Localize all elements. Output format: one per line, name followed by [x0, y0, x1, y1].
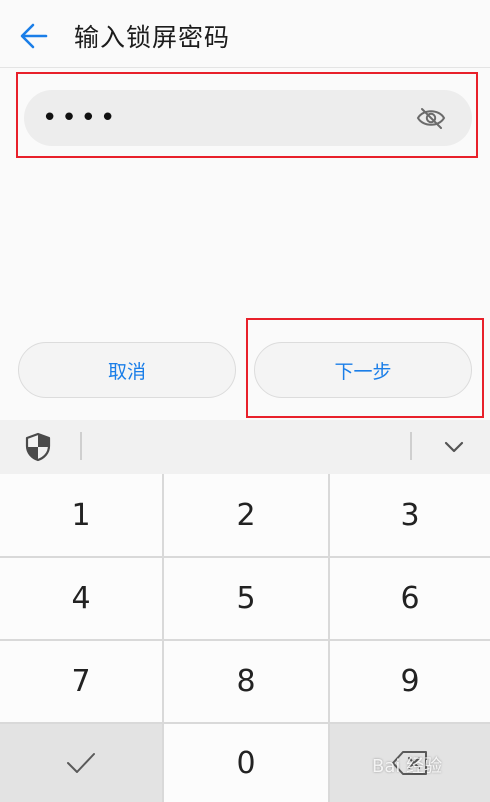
toolbar-divider [80, 432, 82, 460]
key-4[interactable]: 4 [0, 558, 162, 639]
key-2[interactable]: 2 [164, 474, 328, 556]
keyboard-toolbar [0, 420, 490, 474]
password-field[interactable]: •••• [24, 90, 472, 146]
key-7[interactable]: 7 [0, 641, 162, 722]
watermark-text: Bai 经验 [372, 756, 443, 777]
checkmark-icon [67, 753, 95, 773]
password-value: •••• [42, 103, 120, 133]
key-5[interactable]: 5 [164, 558, 328, 639]
back-arrow-icon[interactable] [18, 20, 50, 52]
toolbar-divider [410, 432, 412, 460]
key-1[interactable]: 1 [0, 474, 162, 556]
key-8[interactable]: 8 [164, 641, 328, 722]
shield-icon[interactable] [24, 432, 52, 462]
highlight-box-next [246, 318, 484, 418]
key-6[interactable]: 6 [330, 558, 490, 639]
cancel-button[interactable]: 取消 [18, 342, 236, 398]
confirm-key[interactable] [0, 724, 162, 802]
eye-off-icon[interactable] [416, 104, 446, 132]
key-9[interactable]: 9 [330, 641, 490, 722]
app-header: 输入锁屏密码 [0, 0, 490, 68]
chevron-down-icon[interactable] [441, 436, 467, 458]
page-title: 输入锁屏密码 [74, 23, 231, 52]
key-3[interactable]: 3 [330, 474, 490, 556]
key-0[interactable]: 0 [164, 724, 328, 802]
